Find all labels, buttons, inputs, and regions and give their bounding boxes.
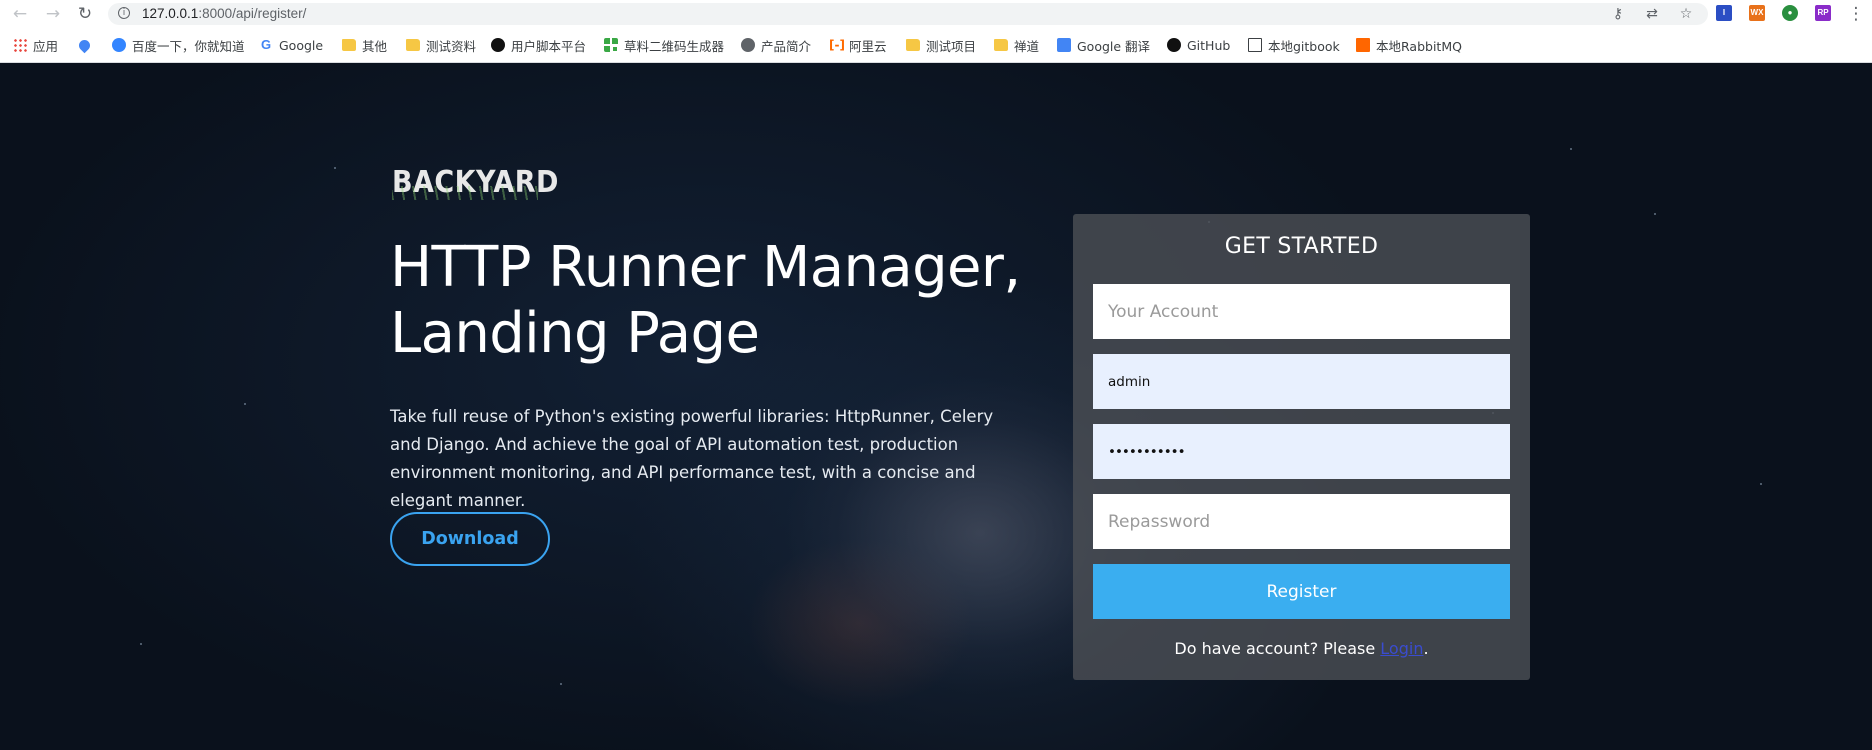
bookmark-label: 产品简介 — [761, 38, 812, 54]
login-link[interactable]: Login — [1380, 639, 1423, 658]
forward-arrow-icon[interactable]: → — [43, 4, 63, 24]
google-icon: G — [260, 37, 272, 52]
maps-pin-icon — [76, 37, 93, 53]
browser-toolbar: ← → ↻ i 127.0.0.1:8000/api/register/ ⚷ ⇄… — [0, 0, 1872, 28]
url-host: 127.0.0.1 — [142, 6, 199, 21]
bookmark-item[interactable]: G Google — [259, 36, 323, 54]
extension-icon[interactable]: ● — [1782, 5, 1798, 21]
bookmark-item[interactable]: 测试项目 — [906, 36, 976, 54]
panel-title: GET STARTED — [1224, 234, 1379, 259]
bookmark-label: 本地gitbook — [1268, 38, 1340, 54]
bookmark-label: Google 翻译 — [1077, 38, 1151, 54]
extension-icon[interactable]: I — [1716, 5, 1732, 21]
bookmark-label: 测试项目 — [926, 38, 977, 54]
bookmark-label: 测试资料 — [426, 38, 477, 54]
url-path: :8000/api/register/ — [198, 6, 307, 21]
login-prompt-text: Do have account? Please — [1174, 639, 1381, 658]
register-panel: GET STARTED Register Do have account? Pl… — [1073, 214, 1530, 680]
reload-icon[interactable]: ↻ — [75, 4, 95, 24]
logo-grass-decoration — [392, 186, 538, 200]
username-input[interactable] — [1093, 354, 1510, 409]
bookmark-item[interactable]: 应用 — [13, 36, 58, 54]
star-decoration — [1760, 483, 1762, 485]
qr-code-icon — [604, 38, 618, 52]
folder-icon — [994, 39, 1008, 51]
menu-icon[interactable]: ⋮ — [1846, 4, 1866, 24]
star-decoration — [244, 403, 246, 405]
folder-icon — [406, 39, 420, 51]
bookmarks-bar: 应用 百度一下，你就知道 G Google 其他 测试资料 用户脚本平台 草料二维… — [0, 28, 1872, 63]
bookmark-item[interactable]: Google 翻译 — [1057, 36, 1150, 54]
star-decoration — [1654, 213, 1656, 215]
extension-icon[interactable]: WX — [1749, 5, 1765, 21]
url-text: 127.0.0.1:8000/api/register/ — [142, 6, 306, 21]
headline-line-1: HTTP Runner Manager, — [390, 235, 1021, 300]
bookmark-label: 阿里云 — [849, 38, 887, 54]
bookmark-item[interactable]: 产品简介 — [741, 36, 811, 54]
bookmark-label: 草料二维码生成器 — [624, 38, 725, 54]
password-input[interactable] — [1093, 424, 1510, 479]
google-translate-icon — [1057, 38, 1071, 52]
apps-grid-icon — [13, 38, 27, 52]
bookmark-label: 本地RabbitMQ — [1376, 38, 1462, 54]
star-decoration — [1570, 148, 1572, 150]
bookmark-star-icon[interactable]: ☆ — [1676, 4, 1696, 24]
bookmark-label: 百度一下，你就知道 — [132, 38, 245, 54]
bookmark-item[interactable]: 其他 — [342, 36, 387, 54]
bookmark-item[interactable]: 草料二维码生成器 — [604, 36, 724, 54]
globe-icon — [741, 38, 755, 52]
bookmark-item[interactable]: 本地RabbitMQ — [1356, 36, 1462, 54]
baidu-paw-icon — [112, 38, 126, 52]
bookmark-label: 其他 — [362, 38, 388, 54]
extension-icon[interactable]: RP — [1815, 5, 1831, 21]
bookmark-label: 应用 — [33, 38, 59, 54]
book-icon — [1248, 38, 1262, 52]
bookmark-label: GitHub — [1187, 37, 1231, 53]
rabbitmq-icon — [1356, 38, 1370, 52]
bookmark-item[interactable]: 用户脚本平台 — [491, 36, 586, 54]
site-info-icon[interactable]: i — [118, 7, 130, 19]
github-icon — [1167, 38, 1181, 52]
login-prompt-suffix: . — [1423, 639, 1429, 658]
back-arrow-icon[interactable]: ← — [10, 4, 30, 24]
bookmark-item[interactable]: [-] 阿里云 — [829, 36, 887, 54]
hero-description: Take full reuse of Python's existing pow… — [390, 407, 994, 510]
bookmark-item[interactable]: GitHub — [1167, 36, 1230, 54]
folder-icon — [906, 39, 920, 51]
translate-icon[interactable]: ⇄ — [1642, 4, 1662, 24]
bookmark-item[interactable] — [76, 36, 96, 54]
page-headline: HTTP Runner Manager, Landing Page — [390, 235, 1030, 367]
headline-line-2: Landing Page — [390, 301, 760, 366]
address-bar[interactable]: i 127.0.0.1:8000/api/register/ ⚷ ⇄ ☆ — [108, 3, 1708, 25]
key-icon[interactable]: ⚷ — [1608, 4, 1628, 24]
login-prompt: Do have account? Please Login. — [1073, 639, 1530, 658]
userscript-icon — [491, 38, 505, 52]
bookmark-item[interactable]: 本地gitbook — [1248, 36, 1340, 54]
aliyun-icon: [-] — [829, 38, 845, 52]
landing-hero: BACKYARD HTTP Runner Manager, Landing Pag… — [0, 63, 1872, 750]
download-button[interactable]: Download — [390, 512, 550, 566]
folder-icon — [342, 39, 356, 51]
bookmark-label: Google — [279, 37, 324, 53]
bookmark-item[interactable]: 百度一下，你就知道 — [112, 36, 245, 54]
account-input[interactable] — [1093, 284, 1510, 339]
bookmark-label: 用户脚本平台 — [511, 38, 587, 54]
star-decoration — [560, 683, 562, 685]
bookmark-item[interactable]: 测试资料 — [406, 36, 476, 54]
repassword-input[interactable] — [1093, 494, 1510, 549]
star-decoration — [140, 643, 142, 645]
bookmark-item[interactable]: 禅道 — [994, 36, 1039, 54]
star-decoration — [334, 167, 336, 169]
bookmark-label: 禅道 — [1014, 38, 1040, 54]
register-button[interactable]: Register — [1093, 564, 1510, 619]
